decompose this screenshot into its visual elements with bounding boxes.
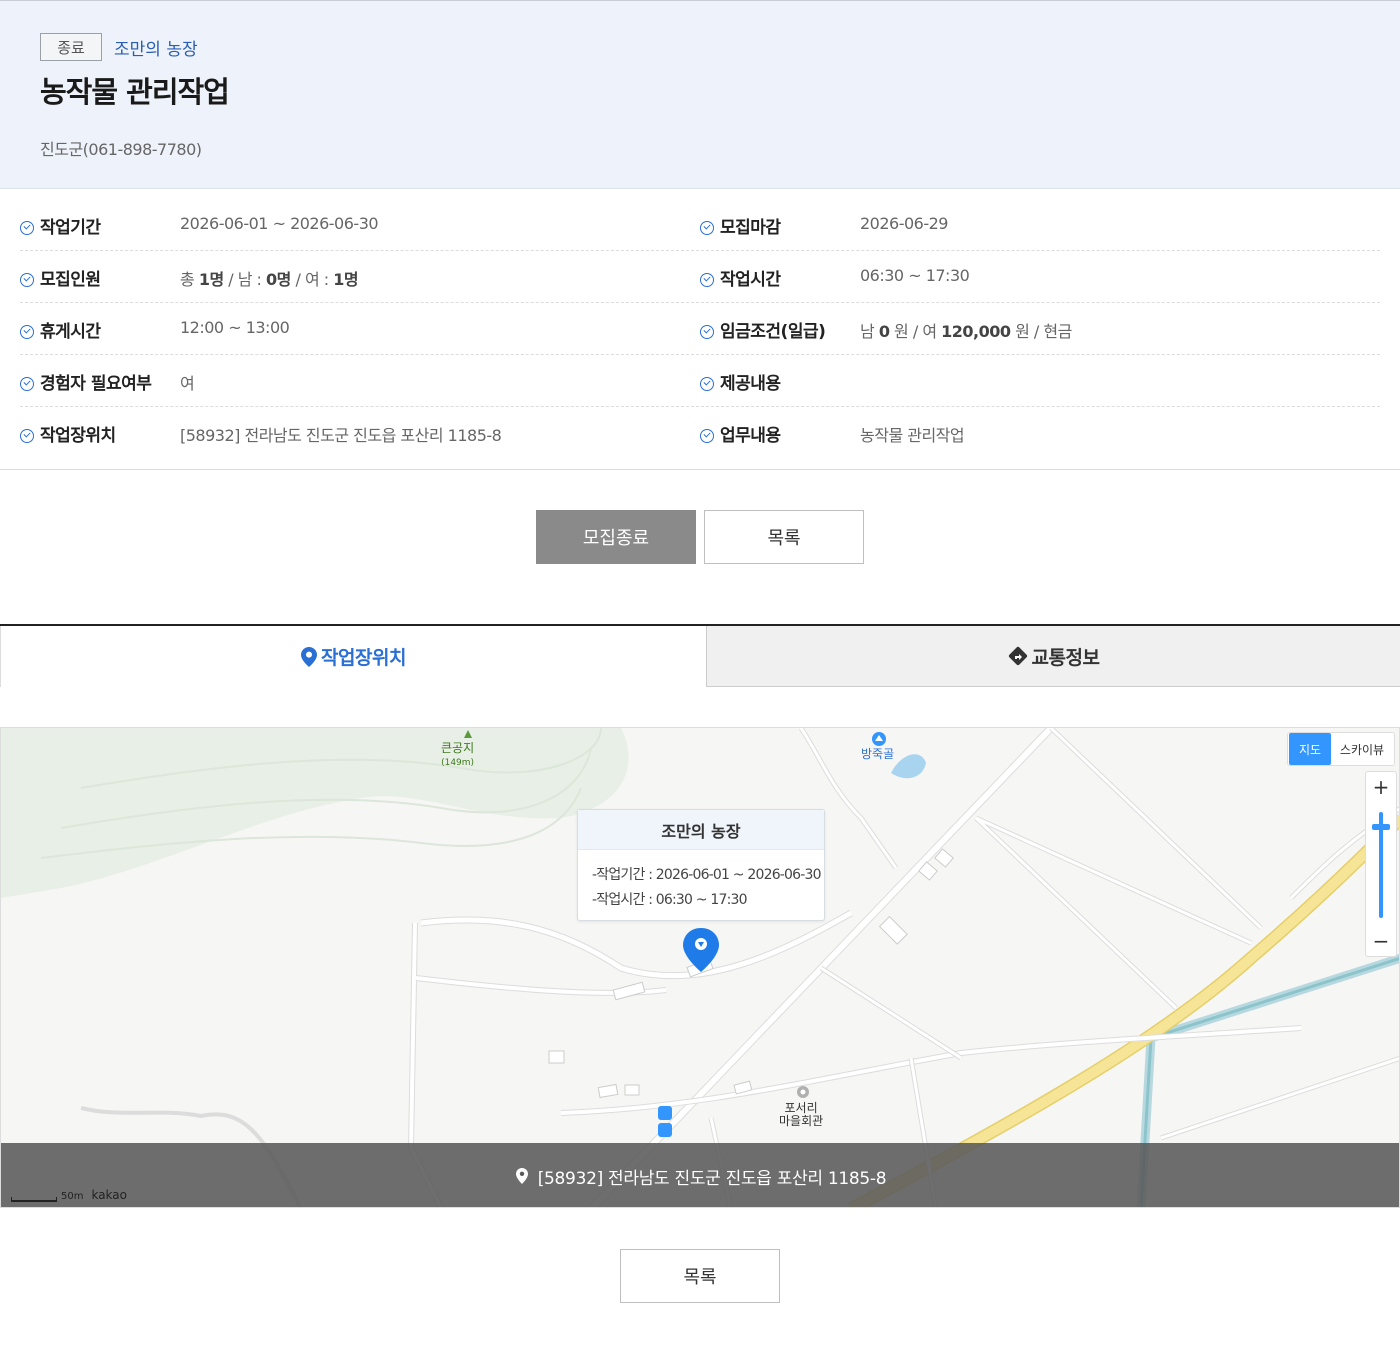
info-break-time: 휴게시간 12:00 ~ 13:00 [20,303,700,355]
scale-label: 50m [61,1191,84,1202]
info-label: 임금조건(일급) [720,322,826,342]
zoom-control: + − [1365,771,1397,957]
map-pin-icon [301,646,318,667]
map-label-pond: 방죽골 [861,747,895,761]
info-value: 2026-06-29 [860,214,948,233]
check-circle-icon [700,273,714,287]
popup-period: -작업기간 : 2026-06-01 ~ 2026-06-30 [592,867,822,883]
map-label-mountain: 큰공지 (149m) [441,741,475,769]
info-value: 남 0 원 / 여 120,000 원 / 현금 [860,322,1072,341]
check-circle-icon [20,221,34,235]
list-button[interactable]: 목록 [704,510,864,564]
info-label: 작업장위치 [40,426,116,446]
map-info-popup: 조만의 농장 -작업기간 : 2026-06-01 ~ 2026-06-30 -… [577,809,825,921]
info-work-period: 작업기간 2026-06-01 ~ 2026-06-30 [20,199,700,251]
info-label: 작업기간 [40,218,101,238]
info-row: 모집인원 총 1명 / 남 : 0명 / 여 : 1명 작업시간 06:30 ~… [20,251,1380,303]
contact-info: 진도군(061-898-7780) [40,140,202,159]
map-background [1,728,1399,1207]
info-work-time: 작업시간 06:30 ~ 17:30 [700,251,1380,303]
tab-label: 교통정보 [1031,646,1100,669]
map-label-village-hall: 포서리 마을회관 [779,1101,824,1128]
page-title: 농작물 관리작업 [40,75,230,109]
check-circle-icon [20,377,34,391]
info-label: 업무내용 [720,426,781,446]
map-type-control: 지도 스카이뷰 [1287,732,1395,766]
map-address-bar: [58932] 전라남도 진도군 진도읍 포산리 1185-8 [1,1143,1399,1207]
info-wage: 임금조건(일급) 남 0 원 / 여 120,000 원 / 현금 [700,303,1380,355]
popup-time: -작업시간 : 06:30 ~ 17:30 [592,892,748,908]
info-experience: 경험자 필요여부 여 [20,355,700,407]
recruit-male: 0명 [266,270,291,289]
info-label: 제공내용 [720,374,781,394]
check-circle-icon [700,325,714,339]
map-scale: 50m kakao [11,1188,127,1202]
info-value: 여 [180,374,195,393]
zoom-in-button[interactable]: + [1366,772,1396,802]
tab-label: 작업장위치 [321,647,406,669]
info-value: 12:00 ~ 13:00 [180,318,290,337]
check-circle-icon [20,273,34,287]
divider [0,469,1400,470]
kakao-logo: kakao [91,1188,127,1202]
info-label: 모집마감 [720,218,781,238]
check-circle-icon [20,325,34,339]
map-view[interactable]: 큰공지 (149m) 방죽골 포서리 마을회관 조만의 농장 -작업기간 : 202… [0,727,1400,1208]
info-value: 06:30 ~ 17:30 [860,266,970,285]
wage-female: 120,000 [941,322,1011,341]
directions-icon [1008,646,1028,666]
check-circle-icon [700,429,714,443]
info-label: 작업시간 [720,270,781,290]
info-row: 작업기간 2026-06-01 ~ 2026-06-30 모집마감 2026-0… [20,199,1380,251]
info-row: 휴게시간 12:00 ~ 13:00 임금조건(일급) 남 0 원 / 여 12… [20,303,1380,355]
map-address-text: [58932] 전라남도 진도군 진도읍 포산리 1185-8 [537,1168,887,1189]
farm-name-link[interactable]: 조만의 농장 [114,35,198,60]
info-location: 작업장위치 [58932] 전라남도 진도군 진도읍 포산리 1185-8 [20,407,700,459]
info-label: 모집인원 [40,270,101,290]
list-button-bottom[interactable]: 목록 [620,1249,780,1303]
wage-male: 0 [878,322,890,341]
info-row: 경험자 필요여부 여 제공내용 [20,355,1380,407]
job-info-table: 작업기간 2026-06-01 ~ 2026-06-30 모집마감 2026-0… [20,199,1380,459]
check-circle-icon [20,429,34,443]
info-label: 휴게시간 [40,322,101,342]
recruit-total: 1명 [198,270,224,289]
tab-location[interactable]: 작업장위치 [0,626,706,687]
map-pin-icon [515,1168,528,1184]
info-recruit-count: 모집인원 총 1명 / 남 : 0명 / 여 : 1명 [20,251,700,303]
check-circle-icon [700,221,714,235]
info-value: 총 1명 / 남 : 0명 / 여 : 1명 [180,270,359,289]
info-label: 경험자 필요여부 [40,374,152,394]
job-header: 종료 조만의 농장 농작물 관리작업 진도군(061-898-7780) [0,0,1400,189]
tab-traffic[interactable]: 교통정보 [706,626,1400,687]
check-circle-icon [700,377,714,391]
recruit-female: 1명 [333,270,359,289]
info-deadline: 모집마감 2026-06-29 [700,199,1380,251]
info-provided: 제공내용 [700,355,1380,407]
info-value: 2026-06-01 ~ 2026-06-30 [180,214,379,233]
tab-bar: 작업장위치 교통정보 [0,624,1400,687]
status-badge: 종료 [40,33,102,61]
info-duty: 업무내용 농작물 관리작업 [700,407,1380,459]
info-value: [58932] 전라남도 진도군 진도읍 포산리 1185-8 [180,426,502,445]
info-value: 농작물 관리작업 [860,426,965,445]
info-row: 작업장위치 [58932] 전라남도 진도군 진도읍 포산리 1185-8 업무… [20,407,1380,459]
map-type-skyview-button[interactable]: 스카이뷰 [1331,733,1393,765]
map-type-map-button[interactable]: 지도 [1289,733,1331,765]
zoom-out-button[interactable]: − [1366,926,1396,956]
popup-title: 조만의 농장 [578,810,824,850]
recruit-closed-button[interactable]: 모집종료 [536,510,696,564]
zoom-slider-handle[interactable] [1372,824,1390,830]
scale-bar [11,1197,57,1202]
